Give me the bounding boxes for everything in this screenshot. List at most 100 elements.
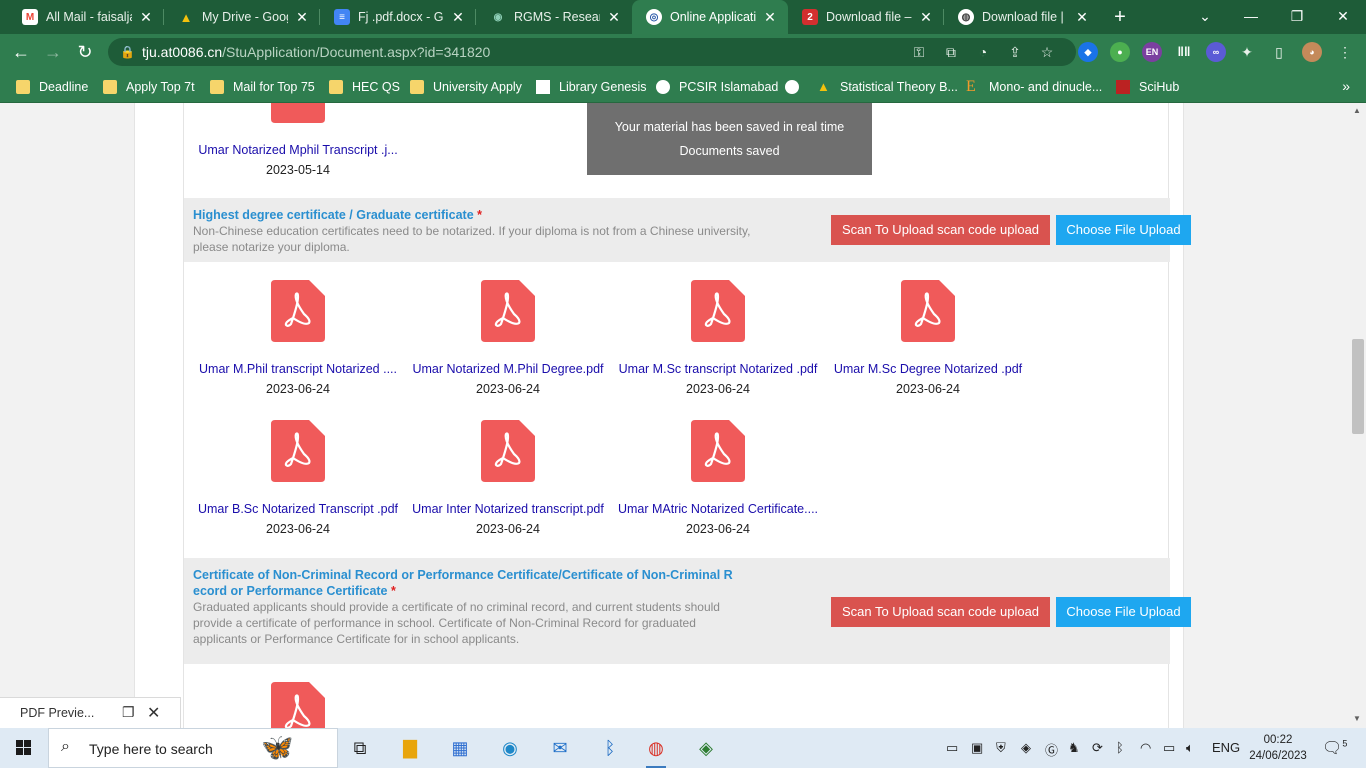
bookmark-mail-top-75[interactable]: Mail for Top 75 [210,77,315,97]
scan-upload-button[interactable]: Scan To Upload scan code upload [831,597,1050,627]
address-bar[interactable]: 🔒 tju.at0086.cn/StuApplication/Document.… [108,38,1076,66]
tray-security-icon[interactable]: ♞ [1068,740,1080,756]
file-item[interactable]: Umar Notarized Mphil Transcript .j... 20… [193,103,403,177]
new-tab-button[interactable]: + [1108,5,1132,29]
ext-infinity-icon[interactable]: ∞ [1206,42,1226,62]
reload-icon[interactable]: ↻ [72,39,98,65]
tray-bluetooth-icon[interactable]: ᛒ [1116,740,1124,755]
file-explorer-icon[interactable]: ▇ [396,734,424,762]
bookmark-star-icon[interactable]: ☆ [1038,43,1056,61]
scroll-down-arrow-icon[interactable]: ▼ [1353,714,1361,723]
close-icon[interactable]: ✕ [147,703,160,723]
wifi-icon[interactable]: ◠ [1140,740,1151,756]
file-item[interactable]: Umar M.Sc Degree Notarized .pdf 2023-06-… [823,280,1033,396]
close-tab-icon[interactable]: ✕ [762,9,778,26]
bookmark-library-genesis[interactable]: Library Genesis [536,77,647,97]
internet-download-manager-icon[interactable]: ◈ [692,734,720,762]
drive-icon: ▲ [817,79,830,94]
tray-shield-icon[interactable]: ⛨ [996,740,1006,756]
translate-icon[interactable]: ⧉ [942,43,960,61]
tray-app-icon[interactable]: ▣ [971,740,983,756]
bookmark-apply-top-7t[interactable]: Apply Top 7t [103,77,195,97]
ext-blue-icon[interactable]: ◆ [1078,42,1098,62]
close-tab-icon[interactable]: ✕ [294,9,310,26]
file-item[interactable]: Umar Notarized M.Phil Degree.pdf 2023-06… [403,280,613,396]
edge-icon[interactable]: ◉ [496,734,524,762]
pdf-file-icon [271,682,325,728]
side-panel-icon[interactable]: ▯ [1270,43,1288,61]
language-indicator[interactable]: ENG [1212,740,1240,755]
download-item[interactable]: PDF Previe... [20,706,94,720]
bookmark-scihub[interactable]: SciHub [1116,77,1179,97]
bluetooth-icon[interactable]: ᛒ [596,734,624,762]
tab-search-chevron-icon[interactable]: ⌄ [1182,0,1228,34]
start-button[interactable] [0,728,48,768]
taskbar-search-box[interactable]: ⌕ Type here to search 🦋 [48,728,338,768]
file-item[interactable] [193,682,403,728]
tab-download-file-2[interactable]: ◍ Download file | iL ✕ [944,0,1100,34]
tray-network-drive-icon[interactable]: ▭ [946,740,958,756]
tab-docs[interactable]: ≡ Fj .pdf.docx - Goo ✕ [320,0,476,34]
bookmark-mono-dinucle[interactable]: E Mono- and dinucle... [966,77,1102,97]
close-tab-icon[interactable]: ✕ [450,9,466,26]
share-icon[interactable]: ⇪ [1006,43,1024,61]
open-window-icon[interactable]: ❐ [122,704,135,721]
browser-tab-strip: M All Mail - faisaljan ✕ ▲ My Drive - Go… [0,0,1366,34]
file-item[interactable]: Umar MAtric Notarized Certificate.... 20… [613,420,823,536]
tab-online-application[interactable]: ◎ Online Applicatio ✕ [632,0,788,34]
close-tab-icon[interactable]: ✕ [918,9,934,26]
volume-icon[interactable]: 🔈︎ [1186,740,1194,756]
forward-arrow-icon[interactable]: → [40,39,66,65]
tray-chrome-icon[interactable]: Ⓖ [1045,740,1058,759]
tab-rgms[interactable]: ◉ RGMS - Research ✕ [476,0,632,34]
butterfly-search-art-icon: 🦋 [261,732,294,762]
scroll-up-arrow-icon[interactable]: ▲ [1353,106,1361,115]
restore-button[interactable]: ❐ [1274,0,1320,34]
mail-icon[interactable]: ✉ [546,734,574,762]
section-highest-degree: Highest degree certificate / Graduate ce… [184,198,1191,262]
more-bookmarks-chevron-icon[interactable]: » [1342,78,1350,94]
file-item[interactable]: Umar Inter Notarized transcript.pdf 2023… [403,420,613,536]
chrome-icon[interactable]: ◍ [642,734,670,768]
bookmark-deadline[interactable]: Deadline [16,77,88,97]
tab-drive[interactable]: ▲ My Drive - Google ✕ [164,0,320,34]
bookmark-hec-qs[interactable]: HEC QS [329,77,400,97]
close-tab-icon[interactable]: ✕ [138,9,154,26]
file-item[interactable]: Umar M.Phil transcript Notarized .... 20… [193,280,403,396]
file-item[interactable]: Umar B.Sc Notarized Transcript .pdf 2023… [193,420,403,536]
back-arrow-icon[interactable]: ← [8,39,34,65]
battery-icon[interactable]: ▭ [1163,740,1175,756]
minimize-button[interactable]: — [1228,0,1274,34]
page-scrollbar[interactable]: ▲ ▼ [1350,103,1366,728]
bookmark-globe[interactable] [785,77,808,97]
microsoft-store-icon[interactable]: ▦ [446,734,474,762]
close-tab-icon[interactable]: ✕ [606,9,622,26]
ext-equalizer-icon[interactable]: ‖‖ [1174,42,1194,62]
ext-en-icon[interactable]: EN [1142,42,1162,62]
choose-file-upload-button[interactable]: Choose File Upload [1056,597,1191,627]
choose-file-upload-button[interactable]: Choose File Upload [1056,215,1191,245]
file-item[interactable]: Umar M.Sc transcript Notarized .pdf 2023… [613,280,823,396]
close-tab-icon[interactable]: ✕ [1074,9,1090,26]
bookmark-university-apply[interactable]: University Apply [410,77,522,97]
extensions-puzzle-icon[interactable]: ✦ [1238,43,1256,61]
task-view-icon[interactable]: ⧉ [346,734,374,762]
tab-download-file-1[interactable]: 2 Download file – y ✕ [788,0,944,34]
system-clock[interactable]: 00:22 24/06/2023 [1248,732,1308,764]
menu-dots-icon[interactable]: ⋮ [1336,43,1354,61]
key-icon[interactable]: ⚿ [910,43,928,61]
profile-avatar[interactable]: ◕ [1302,42,1322,62]
tray-idm-icon[interactable]: ◈ [1021,740,1031,756]
section-non-criminal-record: Certificate of Non-Criminal Record or Pe… [184,558,1191,664]
tray-sync-icon[interactable]: ⟳ [1092,740,1103,756]
ext-color-icon[interactable]: ● [1110,42,1130,62]
bookmark-statistical-theory[interactable]: ▲ Statistical Theory B... [817,77,958,97]
tab-gmail[interactable]: M All Mail - faisaljan ✕ [8,0,164,34]
scrollbar-thumb[interactable] [1352,339,1364,434]
bookmark-pcsir-islamabad[interactable]: PCSIR Islamabad [656,77,778,97]
notification-center-icon[interactable]: 🗨︎5 [1322,738,1347,758]
pdf-file-icon [271,103,325,123]
close-window-button[interactable]: ✕ [1320,0,1366,34]
performance-icon[interactable]: ◔ [974,43,992,61]
scan-upload-button[interactable]: Scan To Upload scan code upload [831,215,1050,245]
